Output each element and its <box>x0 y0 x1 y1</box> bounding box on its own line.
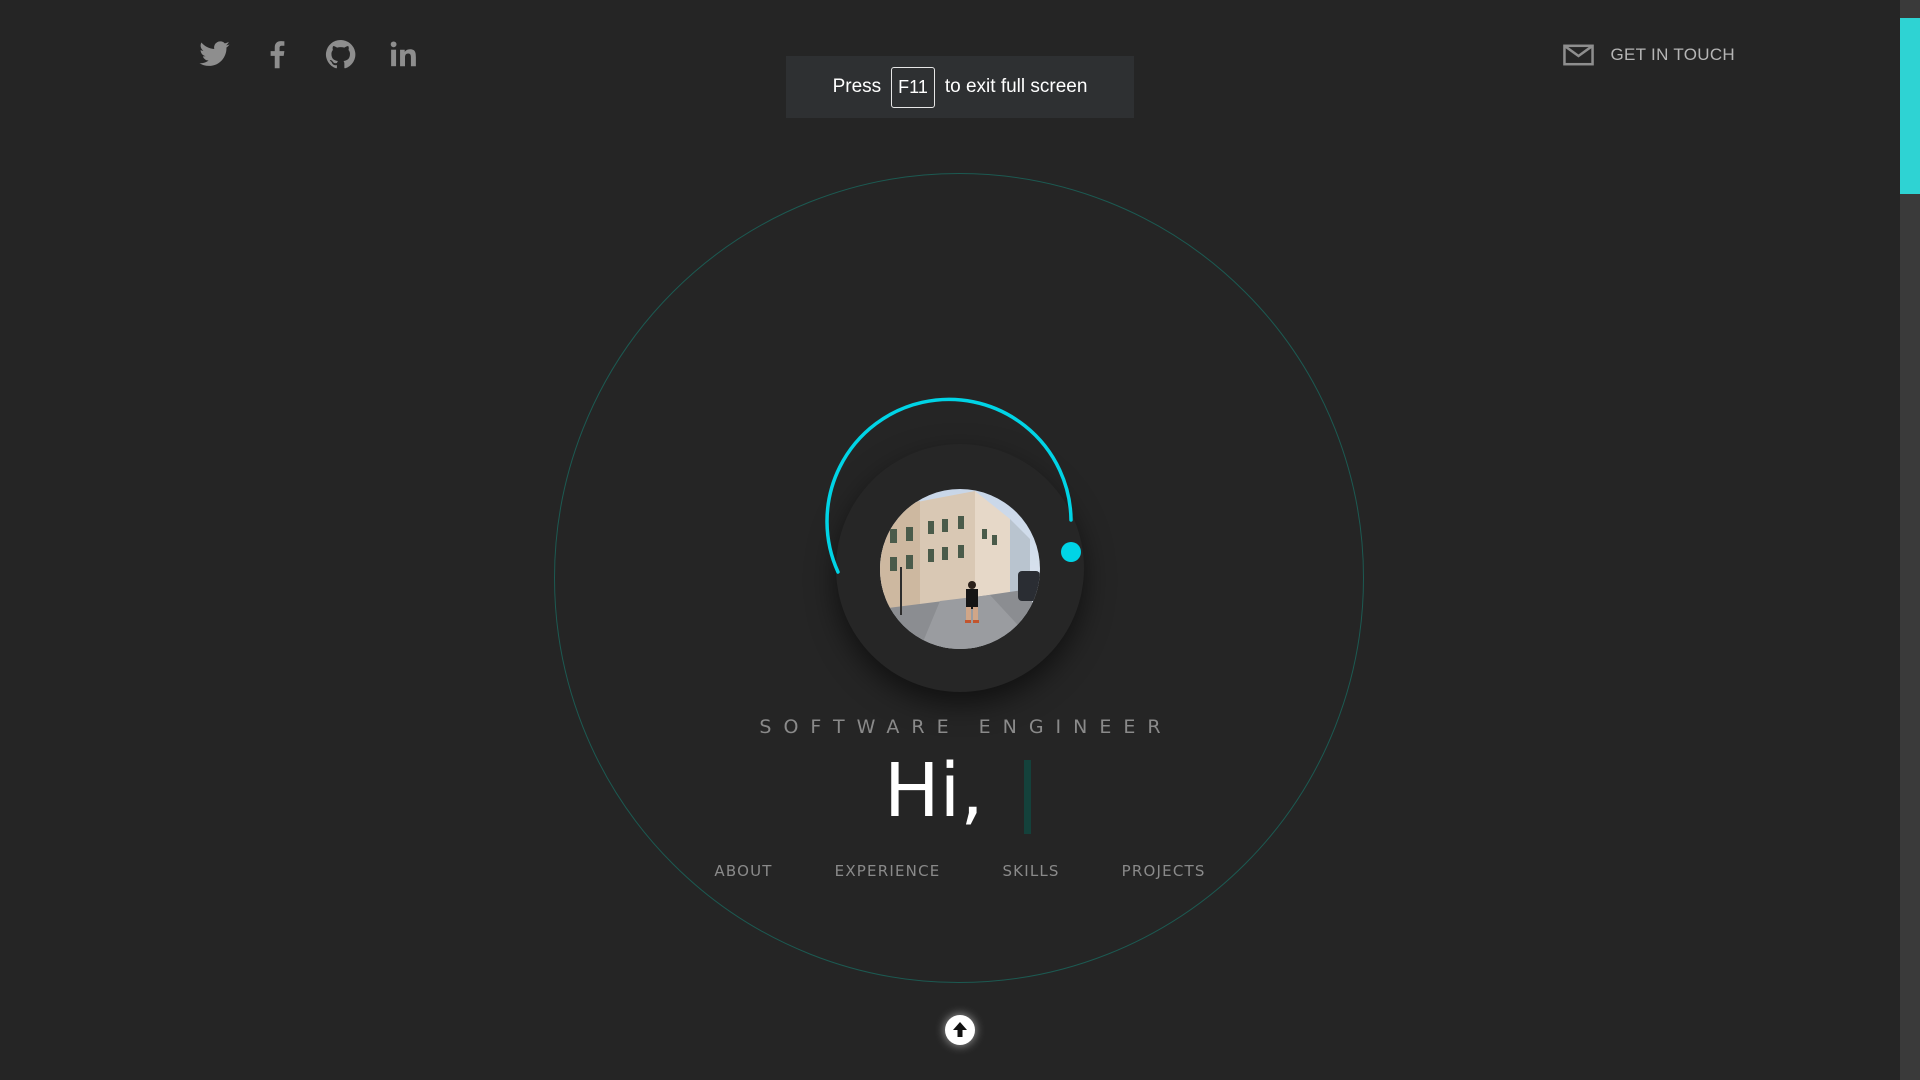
progress-ring-dot <box>1061 542 1081 562</box>
fullscreen-notice-suffix: to exit full screen <box>944 76 1088 97</box>
arrow-up-icon <box>953 1022 967 1037</box>
nav-item-experience[interactable]: EXPERIENCE <box>835 862 941 880</box>
nav-item-about[interactable]: ABOUT <box>714 862 772 880</box>
twitter-icon <box>199 41 230 66</box>
scrollbar-thumb[interactable] <box>1900 18 1920 194</box>
f11-key: F11 <box>891 66 935 108</box>
section-nav: ABOUT EXPERIENCE SKILLS PROJECTS <box>0 862 1920 880</box>
typing-cursor <box>1024 760 1031 834</box>
avatar-photo <box>880 489 1040 649</box>
fullscreen-notice: Press F11 to exit full screen <box>786 56 1134 118</box>
linkedin-icon <box>390 41 416 67</box>
role-title: SOFTWARE ENGINEER <box>759 716 1173 738</box>
page: GET IN TOUCH Press F11 to exit full scre… <box>0 0 1920 1080</box>
twitter-link[interactable] <box>198 38 231 71</box>
linkedin-link[interactable] <box>387 38 420 71</box>
page-scrollbar[interactable] <box>1900 0 1920 1080</box>
greeting-text: Hi, <box>884 748 984 834</box>
scroll-up-button[interactable] <box>945 1015 975 1045</box>
fullscreen-notice-prefix: Press <box>832 76 882 97</box>
get-in-touch-link[interactable]: GET IN TOUCH <box>1563 44 1735 66</box>
get-in-touch-label: GET IN TOUCH <box>1610 45 1735 64</box>
nav-item-skills[interactable]: SKILLS <box>1002 862 1059 880</box>
github-icon <box>325 40 356 69</box>
social-links <box>198 38 420 71</box>
facebook-icon <box>270 41 285 69</box>
facebook-link[interactable] <box>261 38 294 71</box>
mail-icon <box>1563 44 1595 66</box>
nav-item-projects[interactable]: PROJECTS <box>1122 862 1206 880</box>
github-link[interactable] <box>324 38 357 71</box>
